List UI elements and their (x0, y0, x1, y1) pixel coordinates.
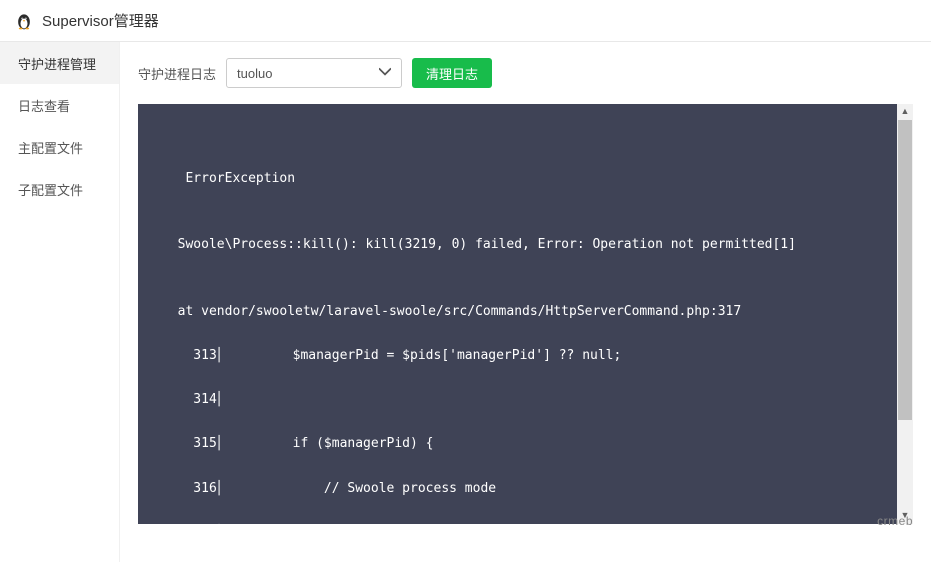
log-panel: ErrorException Swoole\Process::kill(): k… (138, 104, 913, 524)
log-code-line: 315│ if ($managerPid) { (162, 433, 889, 455)
log-code-line: 313│ $managerPid = $pids['managerPid'] ?… (162, 345, 889, 367)
chevron-down-icon (379, 66, 391, 81)
sidebar-item-log-view[interactable]: 日志查看 (0, 84, 119, 126)
vertical-scrollbar[interactable]: ▲ ▼ (897, 104, 913, 524)
scroll-up-icon[interactable]: ▲ (897, 104, 913, 120)
process-select[interactable]: tuoluo (226, 58, 402, 88)
log-line-message: Swoole\Process::kill(): kill(3219, 0) fa… (162, 234, 889, 256)
log-line-exception: ErrorException (162, 168, 889, 190)
penguin-icon (14, 11, 34, 31)
log-code-line-current: ➜ 317│ return $masterPid && $managerPid … (162, 522, 889, 524)
select-value: tuoluo (237, 66, 272, 81)
sidebar-item-main-config[interactable]: 主配置文件 (0, 126, 119, 168)
app-header: Supervisor管理器 (0, 0, 931, 42)
scrollbar-thumb[interactable] (898, 120, 912, 420)
clear-log-button[interactable]: 清理日志 (412, 58, 492, 88)
log-code-line: 316│ // Swoole process mode (162, 478, 889, 500)
toolbar: 守护进程日志 tuoluo 清理日志 (138, 58, 913, 88)
log-line-at: at vendor/swooletw/laravel-swoole/src/Co… (162, 301, 889, 323)
log-content[interactable]: ErrorException Swoole\Process::kill(): k… (138, 104, 913, 524)
sidebar-item-process-manage[interactable]: 守护进程管理 (0, 42, 119, 84)
main-content: 守护进程日志 tuoluo 清理日志 ErrorException Swoole… (120, 42, 931, 562)
app-title: Supervisor管理器 (42, 10, 159, 31)
watermark-logo: crmeb (877, 514, 913, 528)
sidebar-item-sub-config[interactable]: 子配置文件 (0, 168, 119, 210)
sidebar: 守护进程管理 日志查看 主配置文件 子配置文件 (0, 42, 120, 562)
log-code-line: 314│ (162, 389, 889, 411)
toolbar-label: 守护进程日志 (138, 64, 216, 83)
